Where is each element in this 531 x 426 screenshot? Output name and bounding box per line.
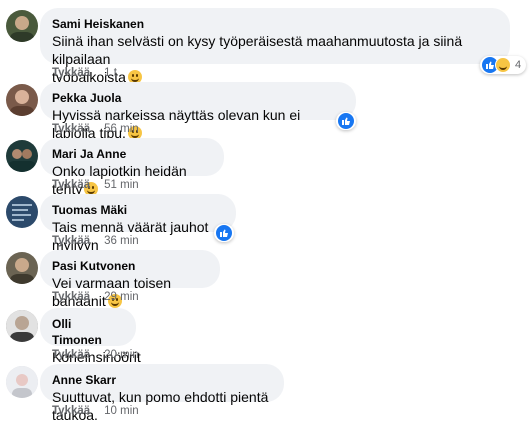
avatar-photo bbox=[12, 204, 32, 221]
timestamp[interactable]: 56 min bbox=[104, 123, 139, 135]
avatar-photo bbox=[6, 366, 38, 398]
like-link[interactable]: Tykkää bbox=[52, 405, 90, 417]
comment-bubble: Olli Timonen Koneinsinöörit bbox=[40, 308, 141, 365]
comment-bubble: Pekka Juola Hyvissä narkeissa näyttäs ol… bbox=[40, 82, 356, 141]
avatar[interactable] bbox=[6, 10, 38, 42]
avatar-photo bbox=[10, 258, 34, 284]
comment-author[interactable]: Pasi Kutvonen bbox=[52, 258, 208, 274]
comment-author[interactable]: Tuomas Mäki bbox=[52, 202, 224, 218]
comment-actions: Tykkää 10 min bbox=[52, 404, 139, 418]
timestamp[interactable]: 29 min bbox=[104, 291, 139, 303]
avatar-photo bbox=[6, 310, 38, 342]
avatar[interactable] bbox=[6, 140, 38, 172]
comment-actions: Tykkää 1 t bbox=[52, 66, 117, 80]
like-link[interactable]: Tykkää bbox=[52, 123, 90, 135]
timestamp[interactable]: 36 min bbox=[104, 235, 139, 247]
avatar[interactable] bbox=[6, 310, 38, 342]
like-link[interactable]: Tykkää bbox=[52, 291, 90, 303]
comment-bubble: Tuomas Mäki Tais mennä väärät jauhot myl… bbox=[40, 194, 236, 253]
avatar[interactable] bbox=[6, 196, 38, 228]
avatar-photo bbox=[8, 149, 36, 172]
timestamp[interactable]: 51 min bbox=[104, 179, 139, 191]
comment-bubble: Mari Ja Anne Onko lapiotkin heidän tehty bbox=[40, 138, 224, 197]
comment-author[interactable]: Pekka Juola bbox=[52, 90, 344, 106]
timestamp[interactable]: 20 min bbox=[104, 349, 139, 361]
comment-actions: Tykkää 36 min bbox=[52, 234, 139, 248]
reaction-summary[interactable]: 4 bbox=[480, 56, 527, 74]
like-icon bbox=[338, 113, 354, 129]
comment-author[interactable]: Sami Heiskanen bbox=[52, 16, 498, 32]
comment-actions: Tykkää 20 min bbox=[52, 348, 139, 362]
like-link[interactable]: Tykkää bbox=[52, 67, 90, 79]
comment-actions: Tykkää 51 min bbox=[52, 178, 139, 192]
reaction-summary[interactable] bbox=[336, 112, 356, 130]
reaction-summary[interactable] bbox=[214, 224, 234, 242]
like-link[interactable]: Tykkää bbox=[52, 235, 90, 247]
avatar-photo bbox=[10, 90, 34, 116]
comment-bubble: Sami Heiskanen Siinä ihan selvästi on ky… bbox=[40, 8, 510, 85]
like-link[interactable]: Tykkää bbox=[52, 179, 90, 191]
like-link[interactable]: Tykkää bbox=[52, 349, 90, 361]
avatar[interactable] bbox=[6, 366, 38, 398]
comment-text-line: Siinä ihan selvästi on kysy työperäisest… bbox=[52, 33, 463, 67]
comment-actions: Tykkää 56 min bbox=[52, 122, 139, 136]
comment-actions: Tykkää 29 min bbox=[52, 290, 139, 304]
comment-author[interactable]: Anne Skarr bbox=[52, 372, 272, 388]
timestamp[interactable]: 10 min bbox=[104, 405, 139, 417]
like-icon bbox=[216, 225, 232, 241]
avatar-photo bbox=[10, 16, 34, 42]
avatar[interactable] bbox=[6, 84, 38, 116]
reaction-count: 4 bbox=[515, 59, 522, 71]
avatar[interactable] bbox=[6, 252, 38, 284]
comment-author[interactable]: Mari Ja Anne bbox=[52, 146, 212, 162]
timestamp[interactable]: 1 t bbox=[104, 67, 117, 79]
comment-author[interactable]: Olli Timonen bbox=[52, 316, 124, 348]
comment-bubble: Pasi Kutvonen Vei varmaan toisen banaani… bbox=[40, 250, 220, 309]
comment-bubble: Anne Skarr Suuttuvat, kun pomo ehdotti p… bbox=[40, 364, 284, 423]
haha-icon bbox=[495, 57, 511, 73]
